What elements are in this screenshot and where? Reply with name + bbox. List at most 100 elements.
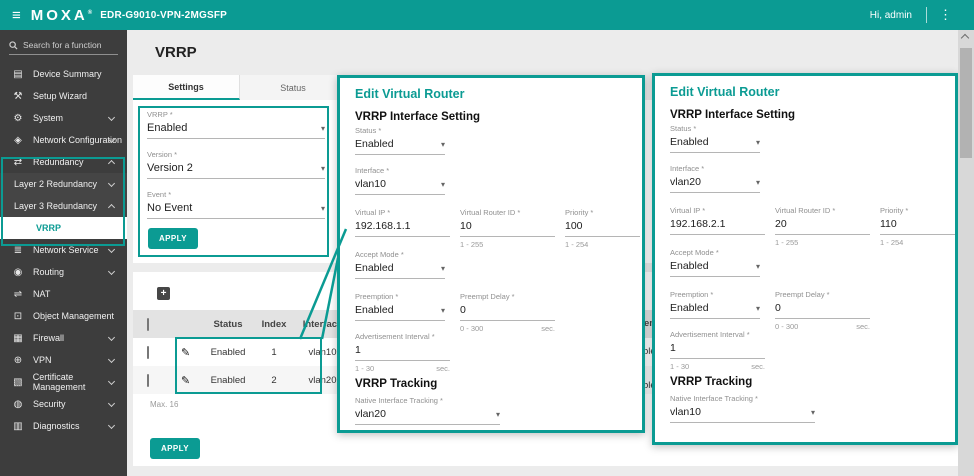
advertisement-interval-input[interactable]: Advertisement Interval * 1 1 - 30sec.	[670, 330, 765, 371]
routing-icon: ◉	[11, 267, 25, 278]
vrrp-select[interactable]: VRRP * Enabled▾	[147, 110, 325, 139]
sidebar-item-routing[interactable]: ◉ Routing	[0, 261, 127, 283]
moxa-logo: MOXA®	[31, 7, 92, 24]
sidebar-item-nat[interactable]: ⇌NAT	[0, 283, 127, 305]
edit-icon[interactable]: ✎	[181, 346, 190, 359]
sidebar-item-system[interactable]: ⚙System	[0, 107, 127, 129]
hamburger-menu-icon[interactable]: ≡	[12, 7, 21, 24]
field-value: vlan10	[670, 406, 701, 418]
sidebar-item-object-management[interactable]: ⊡Object Management	[0, 305, 127, 327]
field-label: Accept Mode *	[670, 248, 760, 257]
apply-button[interactable]: APPLY	[148, 228, 198, 249]
sidebar-search[interactable]	[9, 40, 118, 55]
chevron-down-icon	[108, 356, 115, 363]
field-label: Preemption *	[670, 290, 760, 299]
scroll-up-arrow-icon[interactable]	[961, 34, 969, 42]
chevron-down-icon	[108, 180, 115, 187]
device-summary-icon: ▤	[11, 69, 25, 80]
cell-index: 1	[253, 347, 295, 358]
sidebar-item-label: Security	[33, 399, 66, 409]
field-label: Virtual IP *	[670, 206, 765, 215]
field-value: Enabled	[355, 304, 394, 316]
search-input[interactable]	[23, 40, 115, 50]
preempt-delay-input[interactable]: Preempt Delay * 0 0 - 300sec.	[460, 292, 555, 333]
diagnostics-icon: ▥	[11, 421, 25, 432]
field-label: Priority *	[880, 206, 955, 215]
field-unit: sec.	[436, 364, 450, 373]
advertisement-interval-input[interactable]: Advertisement Interval * 1 1 - 30sec.	[355, 332, 450, 373]
cell-status: Enabled	[203, 375, 253, 386]
accept-mode-select[interactable]: Accept Mode * Enabled▾	[670, 248, 760, 277]
virtual-router-id-input[interactable]: Virtual Router ID * 20 1 - 255	[775, 206, 870, 247]
field-value: 1	[670, 342, 676, 354]
status-select[interactable]: Status * Enabled▾	[670, 124, 760, 153]
setup-wizard-icon: ⚒	[11, 91, 25, 102]
priority-input[interactable]: Priority * 100 1 - 254	[565, 208, 640, 249]
virtual-router-id-input[interactable]: Virtual Router ID * 10 1 - 255	[460, 208, 555, 249]
sidebar-nav: ▤Device Summary ⚒Setup Wizard ⚙System ◈N…	[0, 63, 127, 437]
edit-icon[interactable]: ✎	[181, 374, 190, 387]
field-value: vlan20	[670, 176, 701, 188]
field-label: Status *	[670, 124, 760, 133]
section-heading: VRRP Interface Setting	[670, 109, 795, 121]
field-value: vlan10	[355, 178, 386, 190]
accept-mode-select[interactable]: Accept Mode * Enabled▾	[355, 250, 445, 279]
dropdown-arrow-icon: ▾	[756, 178, 760, 187]
sidebar-item-network-service[interactable]: ≣Network Service	[0, 239, 127, 261]
sidebar-item-label: Routing	[33, 267, 64, 277]
select-all-checkbox[interactable]	[147, 318, 149, 331]
virtual-ip-input[interactable]: Virtual IP * 192.168.1.1	[355, 208, 450, 237]
sidebar-item-layer2-redundancy[interactable]: Layer 2 Redundancy	[0, 173, 127, 195]
field-label: Interface *	[355, 166, 445, 175]
scrollbar-thumb[interactable]	[960, 48, 972, 158]
field-value: Enabled	[147, 122, 187, 134]
sidebar-item-certificate-management[interactable]: ▧Certificate Management	[0, 371, 127, 393]
add-virtual-router-button[interactable]: +	[157, 287, 170, 300]
native-interface-tracking-select[interactable]: Native Interface Tracking * vlan10▾	[670, 394, 815, 423]
preemption-select[interactable]: Preemption * Enabled▾	[670, 290, 760, 319]
field-label: Preempt Delay *	[775, 290, 870, 299]
field-label: VRRP *	[147, 110, 325, 119]
sidebar-item-redundancy[interactable]: ⇄Redundancy	[0, 151, 127, 173]
sidebar-item-vrrp[interactable]: VRRP	[0, 217, 127, 239]
sidebar-item-firewall[interactable]: ▦Firewall	[0, 327, 127, 349]
interface-select[interactable]: Interface * vlan10▾	[355, 166, 445, 195]
tab-settings[interactable]: Settings	[133, 75, 240, 100]
dropdown-arrow-icon: ▾	[441, 140, 445, 149]
sidebar-item-security[interactable]: ◍Security	[0, 393, 127, 415]
object-management-icon: ⊡	[11, 311, 25, 322]
tab-status[interactable]: Status	[240, 75, 347, 100]
status-select[interactable]: Status * Enabled▾	[355, 126, 445, 155]
sidebar-item-device-summary[interactable]: ▤Device Summary	[0, 63, 127, 85]
sidebar-item-setup-wizard[interactable]: ⚒Setup Wizard	[0, 85, 127, 107]
preempt-delay-input[interactable]: Preempt Delay * 0 0 - 300sec.	[775, 290, 870, 331]
dropdown-arrow-icon: ▾	[756, 262, 760, 271]
sidebar-item-vpn[interactable]: ⊕VPN	[0, 349, 127, 371]
field-value: Enabled	[670, 136, 709, 148]
sidebar-item-network-configuration[interactable]: ◈Network Configuration	[0, 129, 127, 151]
interface-select[interactable]: Interface * vlan20▾	[670, 164, 760, 193]
virtual-ip-input[interactable]: Virtual IP * 192.168.2.1	[670, 206, 765, 235]
dropdown-arrow-icon: ▾	[441, 306, 445, 315]
sidebar-item-diagnostics[interactable]: ▥Diagnostics	[0, 415, 127, 437]
page-title: VRRP	[155, 44, 197, 61]
native-interface-tracking-select[interactable]: Native Interface Tracking * vlan20▾	[355, 396, 500, 425]
field-value: 110	[880, 218, 897, 230]
chevron-down-icon	[108, 114, 115, 121]
version-select[interactable]: Version * Version 2▾	[147, 150, 325, 179]
redundancy-icon: ⇄	[11, 157, 25, 168]
row-checkbox[interactable]	[147, 346, 149, 359]
kebab-menu-icon[interactable]: ⋮	[939, 7, 952, 23]
scrollbar[interactable]	[958, 30, 974, 476]
row-checkbox[interactable]	[147, 374, 149, 387]
edit-virtual-router-dialog-2: Edit Virtual Router VRRP Interface Setti…	[652, 73, 958, 445]
apply-button[interactable]: APPLY	[150, 438, 200, 459]
event-select[interactable]: Event * No Event▾	[147, 190, 325, 219]
sidebar-item-label: VRRP	[36, 223, 61, 233]
preemption-select[interactable]: Preemption * Enabled▾	[355, 292, 445, 321]
priority-input[interactable]: Priority * 110 1 - 254	[880, 206, 955, 247]
sidebar: ▤Device Summary ⚒Setup Wizard ⚙System ◈N…	[0, 30, 127, 476]
field-hint: 1 - 255	[460, 240, 483, 249]
dialog-title: Edit Virtual Router	[670, 85, 780, 99]
sidebar-item-layer3-redundancy[interactable]: Layer 3 Redundancy	[0, 195, 127, 217]
